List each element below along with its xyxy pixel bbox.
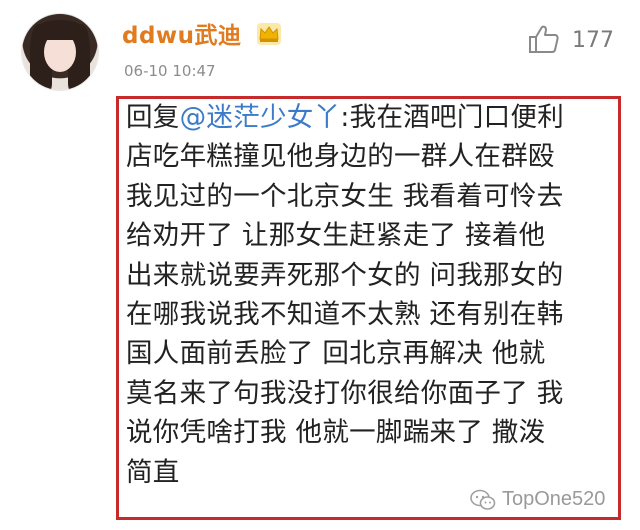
- mention-link[interactable]: @迷茫少女丫: [180, 102, 341, 133]
- wechat-icon: [470, 489, 496, 510]
- user-avatar[interactable]: [22, 14, 98, 90]
- comment-line: 莫名来了句我没打你很给你面子了 我: [126, 377, 564, 409]
- reply-prefix: 回复: [126, 102, 180, 133]
- comment-line: 我见过的一个北京女生 我看着可怜去: [126, 180, 564, 212]
- comment-line: 给劝开了 让那女生赶紧走了 接着他: [126, 220, 546, 252]
- username[interactable]: ddwu武迪: [122, 16, 242, 50]
- like-count: 177: [572, 28, 614, 53]
- comment-line: 国人面前丢脸了 回北京再解决 他就: [126, 338, 546, 370]
- thumbs-up-icon[interactable]: [528, 24, 560, 54]
- comment-text: 回复@迷茫少女丫:我在酒吧门口便利 店吃年糕撞见他身边的一群人在群殴 我见过的一…: [126, 98, 614, 492]
- post-timestamp: 06-10 10:47: [124, 62, 216, 80]
- crown-badge-icon: [257, 23, 281, 45]
- comment-line: 出来就说要弄死那个女的 问我那女的: [126, 259, 564, 291]
- comment-line: 店吃年糕撞见他身边的一群人在群殴: [126, 141, 555, 173]
- comment-line: 说你凭啥打我 他就一脚踹来了 撒泼: [126, 417, 546, 449]
- comment-line: 简直: [126, 456, 180, 488]
- watermark: TopOne520: [470, 488, 605, 511]
- comment-line: 在哪我说我不知道不太熟 还有别在韩: [126, 299, 564, 331]
- watermark-text: TopOne520: [502, 488, 606, 510]
- comment-line: 回复@迷茫少女丫:我在酒吧门口便利: [126, 102, 565, 133]
